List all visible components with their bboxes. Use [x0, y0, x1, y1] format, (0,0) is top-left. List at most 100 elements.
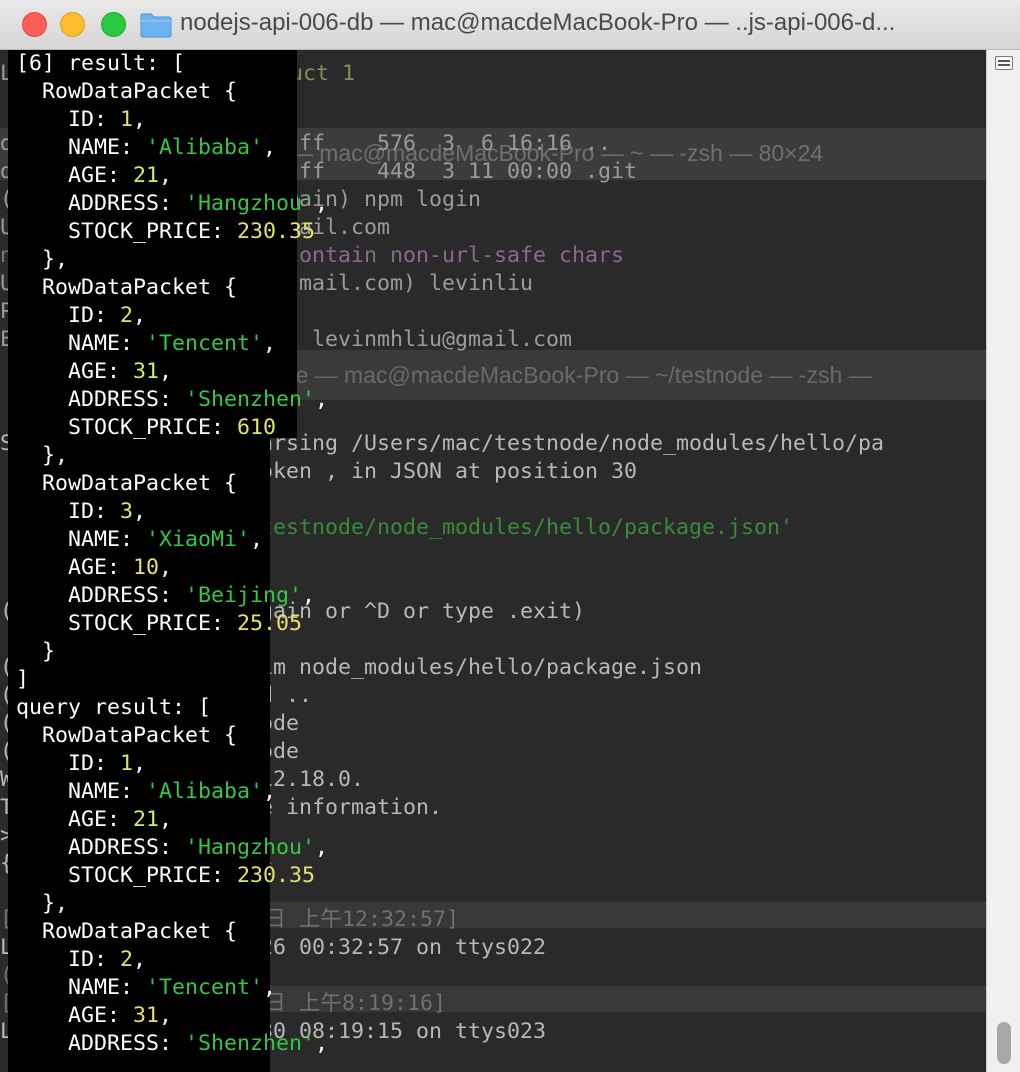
terminal-text: AGE: — [16, 1003, 134, 1028]
terminal-text: , — [159, 359, 173, 384]
terminal-text: NAME: — [16, 135, 147, 160]
zoom-window-button[interactable] — [101, 12, 126, 37]
terminal-text: ID: — [16, 947, 121, 972]
terminal-text: STOCK_PRICE: — [16, 863, 238, 888]
terminal-line: }, — [16, 890, 328, 918]
terminal-text: RowDataPacket { — [16, 723, 238, 748]
terminal-text: STOCK_PRICE: — [16, 219, 238, 244]
terminal-text: , — [133, 107, 147, 132]
terminal-line: ADDRESS: 'Beijing', — [16, 582, 328, 610]
close-window-button[interactable] — [22, 12, 47, 37]
terminal-text: RowDataPacket { — [16, 471, 238, 496]
number-value: 31 — [133, 1003, 160, 1028]
terminal-line: ID: 3, — [16, 498, 328, 526]
terminal-line: STOCK_PRICE: 25.05 — [16, 610, 328, 638]
terminal-text: NAME: — [16, 779, 147, 804]
number-value: 230.35 — [237, 219, 316, 244]
number-value: 230.35 — [237, 863, 316, 888]
terminal-line: RowDataPacket { — [16, 918, 328, 946]
number-value: 2 — [120, 303, 134, 328]
terminal-text: , — [315, 1031, 329, 1056]
window-title: nodejs-api-006-db — mac@macdeMacBook-Pro… — [180, 9, 896, 36]
terminal-text: [6] result: [ — [16, 51, 186, 76]
terminal-text: , — [133, 751, 147, 776]
terminal-line: AGE: 10, — [16, 554, 328, 582]
terminal-text: ID: — [16, 107, 121, 132]
number-value: 21 — [133, 807, 160, 832]
string-value: 'Alibaba' — [146, 779, 264, 804]
terminal-line: ADDRESS: 'Hangzhou', — [16, 190, 328, 218]
terminal-line: ADDRESS: 'Shenzhen', — [16, 1030, 328, 1058]
terminal-line: RowDataPacket { — [16, 470, 328, 498]
terminal-line: ID: 1, — [16, 750, 328, 778]
string-value: 'Shenzhen' — [185, 1031, 316, 1056]
terminal-text: RowDataPacket { — [16, 275, 238, 300]
terminal-text: , — [133, 947, 147, 972]
terminal-text: STOCK_PRICE: — [16, 611, 238, 636]
terminal-text: ID: — [16, 499, 121, 524]
string-value: 'Hangzhou' — [185, 191, 316, 216]
terminal-text: , — [263, 975, 277, 1000]
terminal-text: , — [315, 191, 329, 216]
terminal-line: ID: 1, — [16, 106, 328, 134]
number-value: 31 — [133, 359, 160, 384]
terminal-text: , — [133, 303, 147, 328]
terminal-text: , — [159, 807, 173, 832]
terminal-line: AGE: 31, — [16, 358, 328, 386]
terminal-text: , — [263, 331, 277, 356]
terminal-text: }, — [16, 247, 69, 272]
terminal-text: ID: — [16, 303, 121, 328]
terminal-text: query result: [ — [16, 695, 212, 720]
terminal-text: , — [250, 527, 264, 552]
terminal-line: AGE: 21, — [16, 162, 328, 190]
string-value: 'Beijing' — [185, 583, 303, 608]
terminal-text: , — [302, 583, 316, 608]
string-value: 'Tencent' — [146, 975, 264, 1000]
terminal-line: ] — [16, 666, 328, 694]
terminal-line: NAME: 'Alibaba', — [16, 134, 328, 162]
window-titlebar[interactable]: nodejs-api-006-db — mac@macdeMacBook-Pro… — [0, 0, 1020, 50]
terminal-text: ] — [16, 667, 30, 692]
terminal-line: ADDRESS: 'Shenzhen', — [16, 386, 328, 414]
scrollbar[interactable] — [986, 50, 1020, 1072]
scroll-menu-icon[interactable] — [995, 56, 1013, 70]
terminal-text: , — [133, 499, 147, 524]
string-value: 'XiaoMi' — [146, 527, 251, 552]
number-value: 1 — [120, 751, 134, 776]
number-value: 3 — [120, 499, 134, 524]
terminal-line: NAME: 'Alibaba', — [16, 778, 328, 806]
scroll-thumb[interactable] — [997, 1022, 1011, 1064]
terminal-line: }, — [16, 442, 328, 470]
terminal-text: ADDRESS: — [16, 583, 186, 608]
terminal-text: , — [263, 779, 277, 804]
terminal-line: NAME: 'Tencent', — [16, 974, 328, 1002]
terminal-text: AGE: — [16, 807, 134, 832]
terminal-output[interactable]: [6] result: [ RowDataPacket { ID: 1, NAM… — [16, 50, 328, 1058]
number-value: 21 — [133, 163, 160, 188]
terminal-text: }, — [16, 443, 69, 468]
terminal-line: [6] result: [ — [16, 50, 328, 78]
terminal-text: AGE: — [16, 359, 134, 384]
terminal-text: , — [159, 555, 173, 580]
terminal-text: , — [159, 1003, 173, 1028]
terminal-text: , — [263, 135, 277, 160]
terminal-text: ID: — [16, 751, 121, 776]
string-value: 'Alibaba' — [146, 135, 264, 160]
terminal-text: } — [16, 639, 56, 664]
terminal-line: RowDataPacket { — [16, 722, 328, 750]
terminal-line: }, — [16, 246, 328, 274]
terminal-text: ADDRESS: — [16, 191, 186, 216]
number-value: 25.05 — [237, 611, 303, 636]
terminal-text: RowDataPacket { — [16, 79, 238, 104]
terminal-line: STOCK_PRICE: 610 — [16, 414, 328, 442]
terminal-text: NAME: — [16, 975, 147, 1000]
terminal-line: ADDRESS: 'Hangzhou', — [16, 834, 328, 862]
terminal-line: query result: [ — [16, 694, 328, 722]
minimize-window-button[interactable] — [60, 12, 85, 37]
terminal-line: ID: 2, — [16, 302, 328, 330]
terminal-line: STOCK_PRICE: 230.35 — [16, 218, 328, 246]
terminal-text: NAME: — [16, 527, 147, 552]
number-value: 2 — [120, 947, 134, 972]
terminal-line: STOCK_PRICE: 230.35 — [16, 862, 328, 890]
number-value: 610 — [237, 415, 277, 440]
